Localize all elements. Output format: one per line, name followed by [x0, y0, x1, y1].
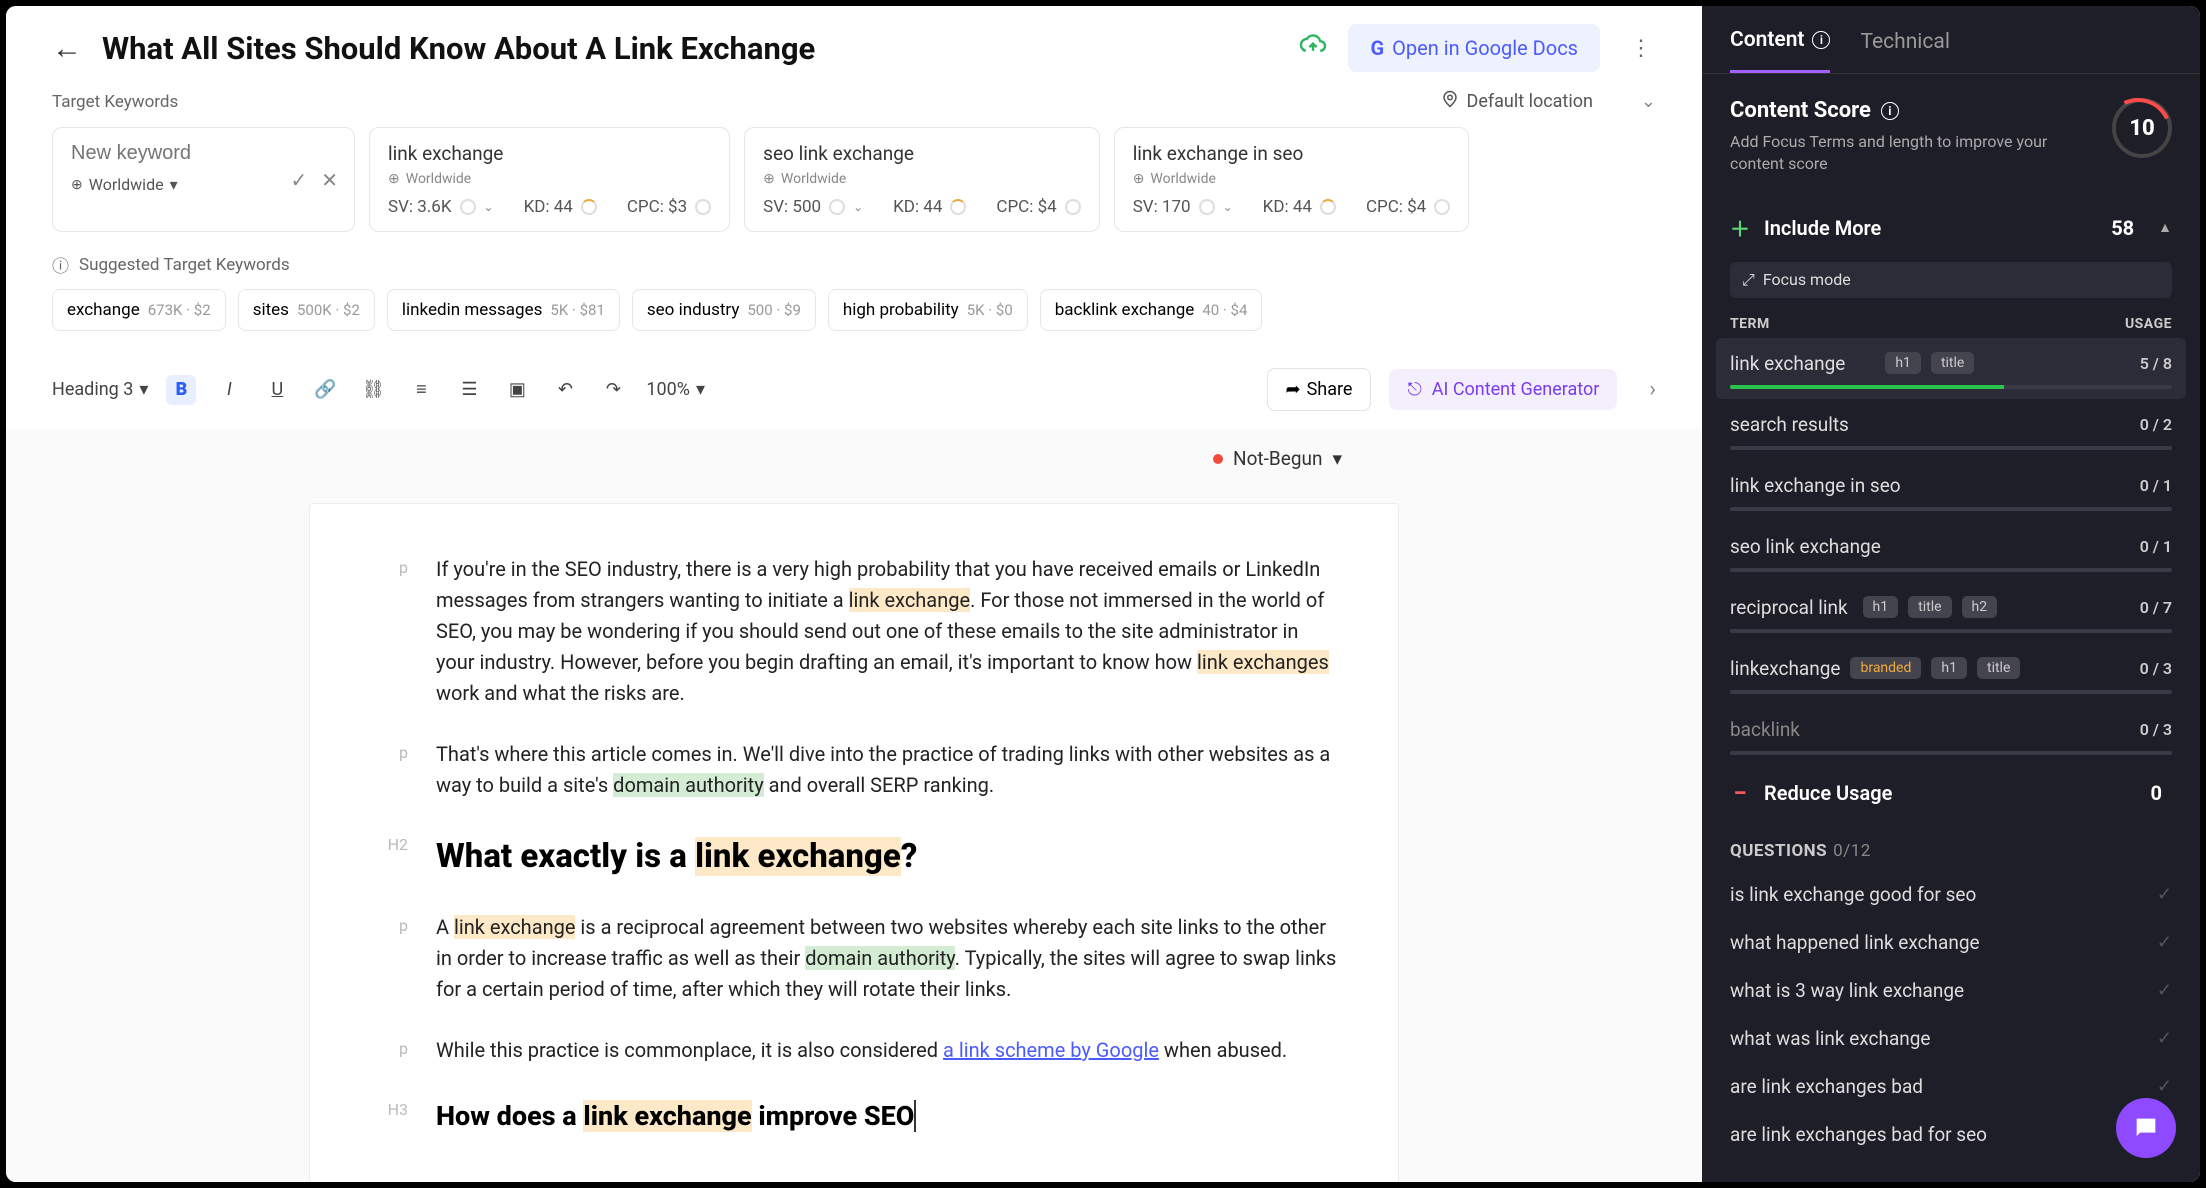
status-selector[interactable]: Not-Begun ▾ [1213, 447, 1342, 470]
cloud-sync-icon [1298, 34, 1328, 62]
ai-content-generator-button[interactable]: ⎋AI Content Generator [1389, 369, 1617, 410]
content-score-ring: 10 [2112, 98, 2172, 158]
focus-mode-button[interactable]: ⤢Focus mode [1730, 262, 2172, 298]
gdocs-label: Open in Google Docs [1392, 36, 1578, 60]
suggested-keyword-chip[interactable]: backlink exchange40 · $4 [1040, 289, 1263, 331]
location-label: Default location [1467, 91, 1593, 112]
question-item[interactable]: what is 3 way link exchange✓ [1730, 967, 2172, 1015]
toolbar-next-icon[interactable]: › [1649, 377, 1656, 402]
location-icon [1441, 90, 1459, 113]
location-selector[interactable]: Default location ⌄ [1441, 90, 1656, 113]
term-row[interactable]: reciprocal linkh1titleh20 / 7 [1716, 582, 2186, 643]
caret-up-icon: ▲ [2158, 219, 2172, 236]
term-row[interactable]: link exchangeh1title5 / 8 [1716, 338, 2186, 399]
suggested-keyword-chip[interactable]: linkedin messages5K · $81 [387, 289, 620, 331]
unordered-list-button[interactable]: ☰ [454, 375, 484, 405]
link-button[interactable]: 🔗 [310, 375, 340, 405]
plus-icon: ＋ [1730, 218, 1750, 238]
check-icon: ✓ [2157, 1076, 2172, 1097]
question-item[interactable]: what happened link exchange✓ [1730, 919, 2172, 967]
suggested-keyword-chip[interactable]: exchange673K · $2 [52, 289, 226, 331]
underline-button[interactable]: U [262, 375, 292, 405]
cancel-icon[interactable]: ✕ [321, 168, 338, 192]
info-icon: i [1881, 102, 1899, 120]
term-row[interactable]: linkexchangebrandedh1title0 / 3 [1716, 643, 2186, 704]
expand-icon: ⤢ [1742, 270, 1755, 290]
bold-button[interactable]: B [166, 375, 196, 405]
new-keyword-card[interactable]: ⊕Worldwide▾ ✓ ✕ [52, 127, 355, 232]
check-icon: ✓ [2157, 884, 2172, 905]
confirm-icon[interactable]: ✓ [290, 168, 307, 192]
check-icon: ✓ [2157, 1028, 2172, 1049]
globe-icon: ⊕ [71, 177, 83, 193]
question-item[interactable]: is link exchange good for seo✓ [1730, 871, 2172, 919]
suggested-keyword-chip[interactable]: sites500K · $2 [238, 289, 375, 331]
minus-icon: − [1730, 783, 1750, 803]
editor-page[interactable]: pIf you're in the SEO industry, there is… [309, 503, 1399, 1182]
term-row[interactable]: link exchange in seo0 / 1 [1716, 460, 2186, 521]
keyword-card[interactable]: link exchange ⊕Worldwide SV: 3.6K⌄ KD: 4… [369, 127, 730, 232]
undo-button[interactable]: ↶ [550, 375, 580, 405]
new-keyword-input[interactable] [71, 142, 336, 165]
open-google-docs-button[interactable]: G Open in Google Docs [1348, 24, 1600, 72]
back-arrow[interactable]: ← [52, 31, 82, 66]
tab-technical[interactable]: Technical [1860, 28, 1949, 73]
question-item[interactable]: are link exchanges bad for seo✓ [1730, 1111, 2172, 1159]
suggested-keyword-chip[interactable]: high probability5K · $0 [828, 289, 1028, 331]
redo-button[interactable]: ↷ [598, 375, 628, 405]
questions-header: QUESTIONS0/12 [1702, 821, 2200, 871]
keyword-card[interactable]: link exchange in seo ⊕Worldwide SV: 170⌄… [1114, 127, 1470, 232]
target-keywords-label: Target Keywords [52, 92, 178, 112]
chevron-down-icon: ⌄ [1641, 91, 1656, 112]
info-icon: ⓘ [52, 252, 69, 277]
term-row[interactable]: seo link exchange0 / 1 [1716, 521, 2186, 582]
check-icon: ✓ [2157, 932, 2172, 953]
italic-button[interactable]: I [214, 375, 244, 405]
share-icon: ➦ [1286, 379, 1301, 400]
include-more-section[interactable]: ＋ Include More 58 ▲ [1702, 200, 2200, 256]
suggested-keyword-chip[interactable]: seo industry500 · $9 [632, 289, 816, 331]
google-icon: G [1370, 36, 1384, 60]
caret-down-icon: ▾ [170, 175, 178, 194]
tab-content[interactable]: Contenti [1730, 28, 1830, 73]
zoom-selector[interactable]: 100%▾ [646, 379, 705, 400]
image-button[interactable]: ▣ [502, 375, 532, 405]
ai-icon: ⎋ [1407, 379, 1421, 400]
info-icon: i [1812, 31, 1830, 49]
unlink-button[interactable]: ⛓ [358, 375, 388, 405]
page-title: What All Sites Should Know About A Link … [102, 30, 1278, 67]
term-row[interactable]: backlink0 / 3 [1716, 704, 2186, 765]
share-button[interactable]: ➦Share [1267, 368, 1372, 411]
keyword-card[interactable]: seo link exchange ⊕Worldwide SV: 500⌄ KD… [744, 127, 1100, 232]
suggested-label: Suggested Target Keywords [79, 255, 290, 275]
chat-fab[interactable] [2116, 1098, 2176, 1158]
status-dot-icon [1213, 454, 1223, 464]
caret-down-icon: ▾ [1332, 447, 1342, 470]
reduce-usage-section[interactable]: − Reduce Usage 0 [1702, 765, 2200, 821]
heading-selector[interactable]: Heading 3▾ [52, 379, 148, 400]
question-item[interactable]: are link exchanges bad✓ [1730, 1063, 2172, 1111]
more-menu-icon[interactable]: ⋮ [1620, 36, 1662, 61]
ordered-list-button[interactable]: ≡ [406, 375, 436, 405]
question-item[interactable]: what was link exchange✓ [1730, 1015, 2172, 1063]
term-row[interactable]: search results0 / 2 [1716, 399, 2186, 460]
check-icon: ✓ [2157, 980, 2172, 1001]
